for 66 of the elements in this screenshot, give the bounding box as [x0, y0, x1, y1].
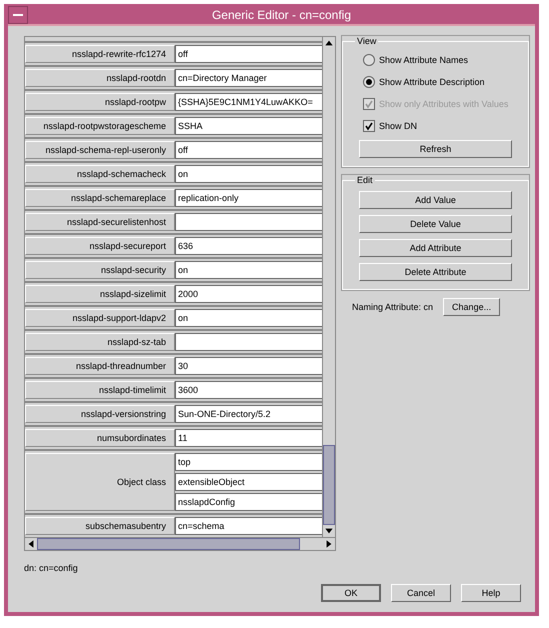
- value-field[interactable]: top: [175, 453, 322, 471]
- value-field[interactable]: cn=schema: [175, 517, 322, 535]
- naming-label: Naming Attribute: cn: [352, 302, 434, 312]
- option-label: Show Attribute Names: [379, 55, 468, 65]
- value-field[interactable]: on: [175, 309, 322, 327]
- attribute-label: nsslapd-schemareplace: [25, 189, 175, 207]
- attribute-label: subschemasubentry: [25, 517, 175, 535]
- attribute-label: nsslapd-secureport: [25, 237, 175, 255]
- attribute-label: nsslapd-schemacheck: [25, 165, 175, 183]
- value-field[interactable]: on: [175, 261, 322, 279]
- value-field[interactable]: extensibleObject: [175, 473, 322, 491]
- group-title: View: [356, 36, 378, 46]
- vertical-scrollbar[interactable]: [322, 37, 335, 537]
- attribute-label: numsubordinates: [25, 429, 175, 447]
- option-label: Show DN: [379, 121, 418, 131]
- attribute-label: nsslapd-threadnumber: [25, 357, 175, 375]
- dn-label: dn: cn=config: [24, 563, 79, 573]
- attribute-label: nsslapd-rewrite-rfc1274: [25, 45, 175, 63]
- value-field[interactable]: Sun-ONE-Directory/5.2: [175, 405, 322, 423]
- value-field[interactable]: SSHA: [175, 117, 322, 135]
- edit-button[interactable]: Add Value: [359, 191, 512, 209]
- radio-button[interactable]: [363, 76, 375, 88]
- value-field[interactable]: nsslapdConfig: [175, 493, 322, 511]
- attribute-label: nsslapd-rootdn: [25, 69, 175, 87]
- attribute-label: nsslapd-support-ldapv2: [25, 309, 175, 327]
- value-field[interactable]: 3600: [175, 381, 322, 399]
- attribute-label: nsslapd-rootpw: [25, 93, 175, 111]
- attribute-label: nsslapd-security: [25, 261, 175, 279]
- value-field[interactable]: off: [175, 45, 322, 63]
- attribute-label: nsslapd-schema-repl-useronly: [25, 141, 175, 159]
- attribute-label: nsslapd-timelimit: [25, 381, 175, 399]
- value-field[interactable]: 636: [175, 237, 322, 255]
- value-field[interactable]: 30: [175, 357, 322, 375]
- window-title: Generic Editor - cn=config: [210, 8, 352, 22]
- dialog-button[interactable]: OK: [321, 584, 381, 602]
- value-field[interactable]: replication-only: [175, 189, 322, 207]
- value-field[interactable]: cn=Directory Manager: [175, 69, 322, 87]
- value-field[interactable]: {SSHA}5E9C1NM1Y4LuwAKKO=: [175, 93, 322, 111]
- value-field[interactable]: on: [175, 165, 322, 183]
- horizontal-scrollbar[interactable]: [24, 538, 336, 551]
- attribute-label: nsslapd-securelistenhost: [25, 213, 175, 231]
- checkbox[interactable]: [363, 120, 375, 132]
- radio-button[interactable]: [363, 54, 375, 66]
- dialog-button[interactable]: Cancel: [391, 584, 451, 602]
- group-title: Edit: [356, 175, 374, 185]
- option-label: Show only Attributes with Values: [379, 99, 508, 109]
- attribute-label: nsslapd-sz-tab: [25, 333, 175, 351]
- attribute-label: Object class: [25, 453, 175, 511]
- dialog-button[interactable]: Help: [461, 584, 521, 602]
- scroll-thumb[interactable]: [37, 538, 300, 550]
- refresh-button[interactable]: Refresh: [359, 140, 512, 158]
- attribute-label: nsslapd-sizelimit: [25, 285, 175, 303]
- value-field[interactable]: off: [175, 141, 322, 159]
- value-field[interactable]: [175, 333, 322, 351]
- attribute-label: nsslapd-versionstring: [25, 405, 175, 423]
- change-button[interactable]: Change...: [443, 298, 500, 316]
- value-field[interactable]: 11: [175, 429, 322, 447]
- window-menu-button[interactable]: [8, 6, 28, 24]
- option-label: Show Attribute Description: [379, 77, 485, 87]
- edit-button[interactable]: Add Attribute: [359, 239, 512, 257]
- edit-button[interactable]: Delete Attribute: [359, 263, 512, 281]
- edit-button[interactable]: Delete Value: [359, 215, 512, 233]
- value-field[interactable]: 2000: [175, 285, 322, 303]
- scroll-thumb[interactable]: [323, 445, 335, 525]
- attribute-label: nsslapd-rootpwstoragescheme: [25, 117, 175, 135]
- value-field[interactable]: [175, 213, 322, 231]
